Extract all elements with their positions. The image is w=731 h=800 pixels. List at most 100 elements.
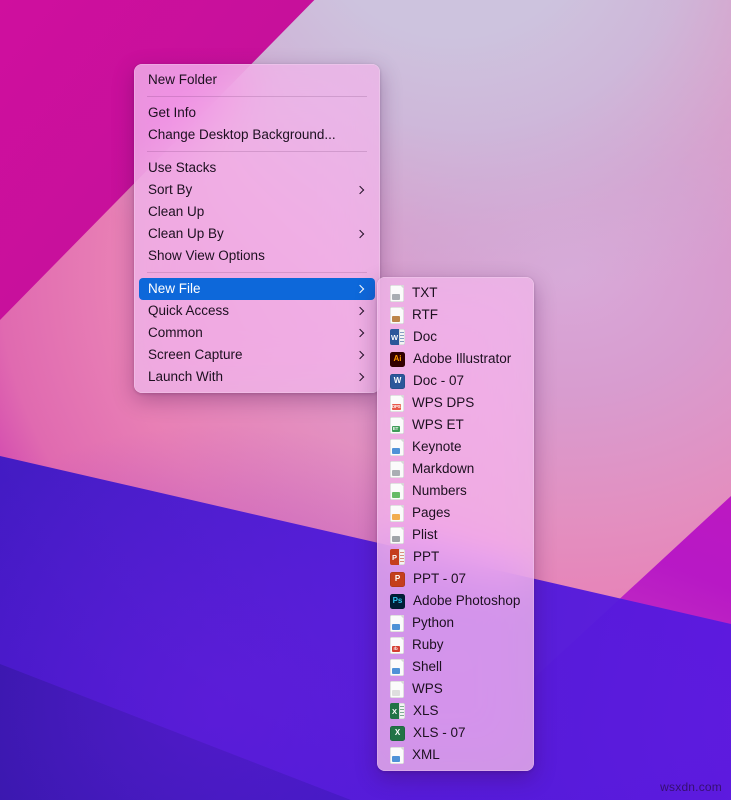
submenu-item-label: Numbers [412, 483, 467, 499]
submenu-item-txt[interactable]: TXT [382, 282, 529, 304]
submenu-item-keynote[interactable]: Keynote [382, 436, 529, 458]
menu-item-sort-by[interactable]: Sort By [139, 179, 375, 201]
menu-item-new-file[interactable]: New File [139, 278, 375, 300]
submenu-item-label: XLS - 07 [413, 725, 466, 741]
submenu-item-markdown[interactable]: Markdown [382, 458, 529, 480]
menu-item-change-desktop-background[interactable]: Change Desktop Background... [139, 124, 375, 146]
xml-file-icon [390, 746, 404, 764]
submenu-item-label: PPT - 07 [413, 571, 467, 587]
chevron-right-icon [356, 349, 366, 361]
python-file-icon [390, 614, 404, 632]
submenu-item-label: Pages [412, 505, 451, 521]
submenu-item-doc-07[interactable]: W Doc - 07 [382, 370, 529, 392]
menu-item-show-view-options[interactable]: Show View Options [139, 245, 375, 267]
submenu-item-wps-dps[interactable]: DPS WPS DPS [382, 392, 529, 414]
chevron-right-icon [356, 283, 366, 295]
submenu-item-wps[interactable]: WPS [382, 678, 529, 700]
ruby-file-icon: rb [390, 636, 404, 654]
menu-item-label: Change Desktop Background... [148, 127, 336, 143]
wps-file-icon [390, 680, 404, 698]
chevron-right-icon [356, 228, 366, 240]
submenu-item-adobe-photoshop[interactable]: Ps Adobe Photoshop [382, 590, 529, 612]
submenu-item-label: Ruby [412, 637, 444, 653]
new-file-submenu[interactable]: TXT RTF W Doc Ai Adobe Illustrator W Doc - 07 DP… [377, 277, 534, 771]
submenu-item-ruby[interactable]: rb Ruby [382, 634, 529, 656]
menu-item-label: Launch With [148, 369, 224, 385]
powerpoint-pptx-file-icon: P [390, 571, 405, 587]
submenu-item-xls-07[interactable]: X XLS - 07 [382, 722, 529, 744]
submenu-item-label: Adobe Illustrator [413, 351, 512, 367]
submenu-item-label: PPT [413, 549, 440, 565]
menu-item-label: New File [148, 281, 201, 297]
wps-et-file-icon: ET [390, 416, 404, 434]
plist-file-icon [390, 526, 404, 544]
submenu-item-pages[interactable]: Pages [382, 502, 529, 524]
numbers-file-icon [390, 482, 404, 500]
menu-item-label: Show View Options [148, 248, 265, 264]
menu-item-label: Clean Up By [148, 226, 224, 242]
menu-item-label: Clean Up [148, 204, 205, 220]
submenu-item-label: Doc [413, 329, 438, 345]
submenu-item-label: Adobe Photoshop [413, 593, 521, 609]
submenu-item-label: TXT [412, 285, 438, 301]
submenu-item-ppt[interactable]: P PPT [382, 546, 529, 568]
menu-item-new-folder[interactable]: New Folder [139, 69, 375, 91]
chevron-right-icon [356, 327, 366, 339]
adobe-photoshop-file-icon: Ps [390, 593, 405, 609]
submenu-item-xml[interactable]: XML [382, 744, 529, 766]
submenu-item-label: WPS ET [412, 417, 464, 433]
menu-item-quick-access[interactable]: Quick Access [139, 300, 375, 322]
txt-file-icon [390, 284, 404, 302]
submenu-item-wps-et[interactable]: ET WPS ET [382, 414, 529, 436]
menu-item-common[interactable]: Common [139, 322, 375, 344]
keynote-file-icon [390, 438, 404, 456]
desktop: New Folder Get Info Change Desktop Backgro… [0, 0, 731, 800]
markdown-file-icon [390, 460, 404, 478]
wps-dps-file-icon: DPS [390, 394, 404, 412]
menu-item-label: Sort By [148, 182, 193, 198]
adobe-illustrator-file-icon: Ai [390, 351, 405, 367]
excel-xls-file-icon: X [390, 703, 405, 719]
submenu-item-label: Keynote [412, 439, 462, 455]
desktop-context-menu[interactable]: New Folder Get Info Change Desktop Backgro… [134, 64, 380, 393]
menu-item-screen-capture[interactable]: Screen Capture [139, 344, 375, 366]
menu-item-label: Common [148, 325, 203, 341]
submenu-item-shell[interactable]: Shell [382, 656, 529, 678]
submenu-item-ppt-07[interactable]: P PPT - 07 [382, 568, 529, 590]
submenu-item-label: XLS [413, 703, 439, 719]
menu-item-get-info[interactable]: Get Info [139, 102, 375, 124]
submenu-item-label: Doc - 07 [413, 373, 465, 389]
menu-item-clean-up-by[interactable]: Clean Up By [139, 223, 375, 245]
submenu-item-label: Markdown [412, 461, 475, 477]
submenu-item-xls[interactable]: X XLS [382, 700, 529, 722]
submenu-item-rtf[interactable]: RTF [382, 304, 529, 326]
menu-item-label: Use Stacks [148, 160, 217, 176]
menu-item-launch-with[interactable]: Launch With [139, 366, 375, 388]
powerpoint-ppt-file-icon: P [390, 549, 405, 565]
chevron-right-icon [356, 184, 366, 196]
menu-separator [147, 151, 367, 152]
submenu-item-label: XML [412, 747, 440, 763]
menu-item-label: Screen Capture [148, 347, 243, 363]
submenu-item-python[interactable]: Python [382, 612, 529, 634]
site-watermark: wsxdn.com [660, 780, 722, 794]
submenu-item-adobe-illustrator[interactable]: Ai Adobe Illustrator [382, 348, 529, 370]
submenu-item-label: Python [412, 615, 455, 631]
submenu-item-doc[interactable]: W Doc [382, 326, 529, 348]
chevron-right-icon [356, 305, 366, 317]
menu-item-use-stacks[interactable]: Use Stacks [139, 157, 375, 179]
submenu-item-numbers[interactable]: Numbers [382, 480, 529, 502]
word-doc-file-icon: W [390, 329, 405, 345]
submenu-item-label: WPS DPS [412, 395, 475, 411]
shell-script-file-icon [390, 658, 404, 676]
menu-separator [147, 96, 367, 97]
menu-item-label: Get Info [148, 105, 197, 121]
menu-item-label: Quick Access [148, 303, 230, 319]
submenu-item-plist[interactable]: Plist [382, 524, 529, 546]
pages-file-icon [390, 504, 404, 522]
menu-item-clean-up[interactable]: Clean Up [139, 201, 375, 223]
menu-item-label: New Folder [148, 72, 218, 88]
chevron-right-icon [356, 371, 366, 383]
word-docx-file-icon: W [390, 373, 405, 389]
submenu-item-label: WPS [412, 681, 443, 697]
